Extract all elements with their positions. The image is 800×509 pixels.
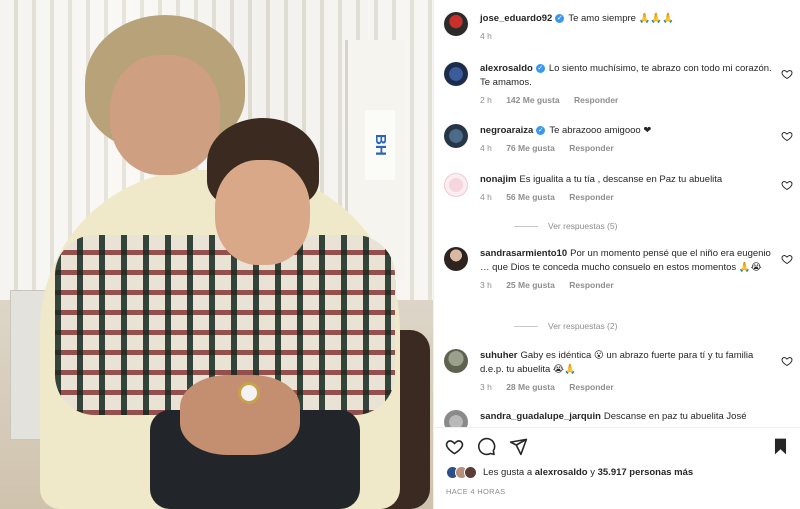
view-replies-label: Ver respuestas (5) bbox=[548, 221, 618, 231]
comment-text: Descanse en paz tu abuelita José bbox=[603, 411, 747, 422]
username[interactable]: nonajim bbox=[480, 174, 516, 185]
heart-icon[interactable] bbox=[781, 253, 793, 265]
username[interactable]: jose_eduardo92 bbox=[480, 13, 552, 24]
comment-meta: 3 h 28 Me gusta Responder bbox=[480, 380, 777, 394]
comment-meta: 4 h 76 Me gusta Responder bbox=[480, 141, 777, 155]
verified-badge-icon: ✓ bbox=[535, 63, 545, 73]
replies-line bbox=[514, 225, 538, 227]
username[interactable]: suhuher bbox=[480, 350, 517, 361]
comment-time: 4 h bbox=[480, 143, 492, 153]
avatar[interactable] bbox=[444, 62, 468, 86]
comment-meta: 3 h 25 Me gusta Responder bbox=[480, 278, 777, 292]
view-replies-button[interactable]: Ver respuestas (5) bbox=[514, 221, 617, 231]
likes-prefix: Les gusta a bbox=[483, 467, 533, 478]
comment-text: Te abrazooo amigooo ❤ bbox=[549, 125, 652, 136]
caption-text: Te amo siempre 🙏🙏🙏 bbox=[568, 13, 675, 24]
comment-time: 3 h bbox=[480, 280, 492, 290]
comment-time: 3 h bbox=[480, 382, 492, 392]
reply-button[interactable]: Responder bbox=[569, 280, 613, 290]
likes-count[interactable]: 35.917 personas más bbox=[598, 467, 694, 478]
reply-button[interactable]: Responder bbox=[569, 143, 613, 153]
comment-text: Gaby es idéntica 😮 un abrazo fuerte para… bbox=[480, 350, 754, 375]
bookmark-icon[interactable] bbox=[771, 437, 790, 456]
heart-icon[interactable] bbox=[781, 130, 793, 142]
photo-boy-face bbox=[215, 160, 310, 265]
share-icon[interactable] bbox=[509, 437, 528, 456]
comment-body: suhuher Gaby es idéntica 😮 un abrazo fuer… bbox=[480, 349, 799, 394]
heart-icon[interactable] bbox=[781, 68, 793, 80]
avatar[interactable] bbox=[444, 247, 468, 271]
post-photo[interactable]: BH bbox=[0, 0, 433, 509]
heart-icon[interactable] bbox=[781, 355, 793, 367]
photo-watch bbox=[238, 382, 260, 404]
caption-time: 4 h bbox=[480, 31, 492, 41]
comment-likes[interactable]: 56 Me gusta bbox=[506, 192, 555, 202]
comment-likes[interactable]: 28 Me gusta bbox=[506, 382, 555, 392]
comment-likes[interactable]: 76 Me gusta bbox=[506, 143, 555, 153]
post-timestamp: HACE 4 HORAS bbox=[446, 487, 506, 496]
comments-panel: jose_eduardo92 ✓ Te amo siempre 🙏🙏🙏 4 h al… bbox=[433, 0, 800, 509]
action-bar bbox=[434, 427, 800, 463]
comment-body: sandrasarmiento10 Por un momento pensé qu… bbox=[480, 247, 799, 292]
username[interactable]: sandrasarmiento10 bbox=[480, 248, 567, 259]
comment-body: sandra_guadalupe_jarquin Descanse en paz … bbox=[480, 410, 799, 427]
username[interactable]: negroaraiza bbox=[480, 125, 533, 136]
photo-woman-face bbox=[110, 55, 220, 175]
comment-body: alexrosaldo ✓ Lo siento muchísimo, te abra… bbox=[480, 62, 799, 107]
likes-connector: y bbox=[590, 467, 595, 478]
likes-user[interactable]: alexrosaldo bbox=[535, 467, 588, 478]
caption: jose_eduardo92 ✓ Te amo siempre 🙏🙏🙏 4 h bbox=[444, 12, 799, 43]
comment-meta: 2 h 142 Me gusta Responder bbox=[480, 93, 777, 107]
instagram-post: BH jose_eduardo92 ✓ Te amo siempre 🙏🙏🙏 4 h bbox=[0, 0, 800, 509]
comment: alexrosaldo ✓ Lo siento muchísimo, te abra… bbox=[444, 62, 799, 107]
comment-icon[interactable] bbox=[477, 437, 496, 456]
verified-badge-icon: ✓ bbox=[536, 125, 546, 135]
comment-time: 4 h bbox=[480, 192, 492, 202]
comment-body: negroaraiza ✓ Te abrazooo amigooo ❤ 4 h 76… bbox=[480, 124, 799, 155]
reply-button[interactable]: Responder bbox=[574, 95, 618, 105]
heart-icon[interactable] bbox=[445, 437, 464, 456]
reply-button[interactable]: Responder bbox=[569, 192, 613, 202]
comment: sandra_guadalupe_jarquin Descanse en paz … bbox=[444, 410, 799, 427]
comment-text: Es igualita a tu tía , descanse en Paz t… bbox=[519, 174, 723, 185]
username[interactable]: sandra_guadalupe_jarquin bbox=[480, 411, 601, 422]
photo-sign: BH bbox=[365, 110, 395, 180]
avatar[interactable] bbox=[444, 12, 468, 36]
comment: nonajim Es igualita a tu tía , descanse e… bbox=[444, 173, 799, 204]
comment-meta: 4 h 56 Me gusta Responder bbox=[480, 190, 777, 204]
likes-summary[interactable]: Les gusta a alexrosaldo y 35.917 persona… bbox=[446, 466, 693, 479]
comment-body: nonajim Es igualita a tu tía , descanse e… bbox=[480, 173, 799, 204]
comment: negroaraiza ✓ Te abrazooo amigooo ❤ 4 h 76… bbox=[444, 124, 799, 155]
username[interactable]: alexrosaldo bbox=[480, 63, 533, 74]
comment: suhuher Gaby es idéntica 😮 un abrazo fuer… bbox=[444, 349, 799, 394]
comment-time: 2 h bbox=[480, 95, 492, 105]
avatar[interactable] bbox=[444, 410, 468, 427]
reply-button[interactable]: Responder bbox=[569, 382, 613, 392]
heart-icon[interactable] bbox=[781, 179, 793, 191]
liker-avatar bbox=[464, 466, 477, 479]
caption-meta: 4 h bbox=[480, 29, 777, 43]
likes-text: Les gusta a alexrosaldo y 35.917 persona… bbox=[483, 467, 693, 478]
avatar[interactable] bbox=[444, 173, 468, 197]
avatar[interactable] bbox=[444, 124, 468, 148]
view-replies-label: Ver respuestas (2) bbox=[548, 321, 618, 331]
avatar[interactable] bbox=[444, 349, 468, 373]
view-replies-button[interactable]: Ver respuestas (2) bbox=[514, 321, 617, 331]
verified-badge-icon: ✓ bbox=[555, 13, 565, 23]
comment: sandrasarmiento10 Por un momento pensé qu… bbox=[444, 247, 799, 292]
replies-line bbox=[514, 325, 538, 327]
comment-likes[interactable]: 142 Me gusta bbox=[506, 95, 559, 105]
caption-body: jose_eduardo92 ✓ Te amo siempre 🙏🙏🙏 4 h bbox=[480, 12, 799, 43]
comment-likes[interactable]: 25 Me gusta bbox=[506, 280, 555, 290]
